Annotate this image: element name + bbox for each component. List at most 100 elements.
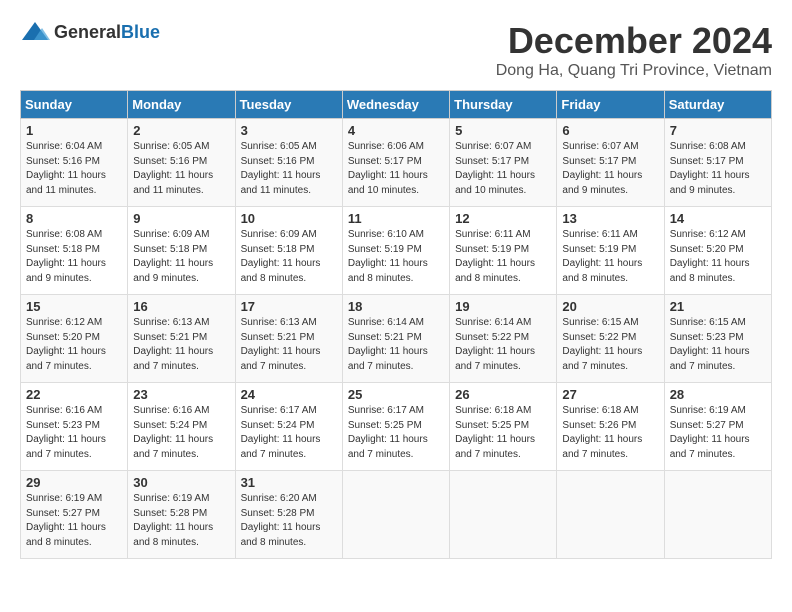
calendar-cell: 2 Sunrise: 6:05 AMSunset: 5:16 PMDayligh… <box>128 119 235 207</box>
day-detail: Sunrise: 6:20 AMSunset: 5:28 PMDaylight:… <box>241 493 321 548</box>
calendar-cell: 10 Sunrise: 6:09 AMSunset: 5:18 PMDaylig… <box>235 207 342 295</box>
day-detail: Sunrise: 6:15 AMSunset: 5:22 PMDaylight:… <box>562 317 642 372</box>
calendar-cell: 14 Sunrise: 6:12 AMSunset: 5:20 PMDaylig… <box>664 207 771 295</box>
calendar-cell: 17 Sunrise: 6:13 AMSunset: 5:21 PMDaylig… <box>235 295 342 383</box>
day-detail: Sunrise: 6:14 AMSunset: 5:22 PMDaylight:… <box>455 317 535 372</box>
calendar-cell: 13 Sunrise: 6:11 AMSunset: 5:19 PMDaylig… <box>557 207 664 295</box>
calendar-week-5: 29 Sunrise: 6:19 AMSunset: 5:27 PMDaylig… <box>21 471 772 559</box>
day-detail: Sunrise: 6:14 AMSunset: 5:21 PMDaylight:… <box>348 317 428 372</box>
calendar-cell: 1 Sunrise: 6:04 AMSunset: 5:16 PMDayligh… <box>21 119 128 207</box>
calendar-header-tuesday: Tuesday <box>235 91 342 119</box>
day-detail: Sunrise: 6:05 AMSunset: 5:16 PMDaylight:… <box>241 141 321 196</box>
calendar-cell: 4 Sunrise: 6:06 AMSunset: 5:17 PMDayligh… <box>342 119 449 207</box>
day-detail: Sunrise: 6:15 AMSunset: 5:23 PMDaylight:… <box>670 317 750 372</box>
calendar-cell: 26 Sunrise: 6:18 AMSunset: 5:25 PMDaylig… <box>450 383 557 471</box>
day-number: 18 <box>348 299 444 314</box>
calendar-header-row: SundayMondayTuesdayWednesdayThursdayFrid… <box>21 91 772 119</box>
day-number: 31 <box>241 475 337 490</box>
calendar-cell: 7 Sunrise: 6:08 AMSunset: 5:17 PMDayligh… <box>664 119 771 207</box>
day-detail: Sunrise: 6:18 AMSunset: 5:25 PMDaylight:… <box>455 405 535 460</box>
logo: GeneralBlue <box>20 20 160 44</box>
day-number: 27 <box>562 387 658 402</box>
logo-text-blue: Blue <box>121 22 160 42</box>
day-number: 8 <box>26 211 122 226</box>
calendar-header-friday: Friday <box>557 91 664 119</box>
day-number: 1 <box>26 123 122 138</box>
day-number: 21 <box>670 299 766 314</box>
calendar-cell: 11 Sunrise: 6:10 AMSunset: 5:19 PMDaylig… <box>342 207 449 295</box>
calendar-week-3: 15 Sunrise: 6:12 AMSunset: 5:20 PMDaylig… <box>21 295 772 383</box>
logo-icon <box>20 20 50 44</box>
day-detail: Sunrise: 6:13 AMSunset: 5:21 PMDaylight:… <box>133 317 213 372</box>
day-detail: Sunrise: 6:10 AMSunset: 5:19 PMDaylight:… <box>348 229 428 284</box>
day-number: 6 <box>562 123 658 138</box>
day-number: 10 <box>241 211 337 226</box>
day-number: 5 <box>455 123 551 138</box>
day-number: 14 <box>670 211 766 226</box>
day-number: 11 <box>348 211 444 226</box>
day-detail: Sunrise: 6:04 AMSunset: 5:16 PMDaylight:… <box>26 141 106 196</box>
calendar-week-2: 8 Sunrise: 6:08 AMSunset: 5:18 PMDayligh… <box>21 207 772 295</box>
day-detail: Sunrise: 6:07 AMSunset: 5:17 PMDaylight:… <box>455 141 535 196</box>
calendar-week-1: 1 Sunrise: 6:04 AMSunset: 5:16 PMDayligh… <box>21 119 772 207</box>
day-number: 24 <box>241 387 337 402</box>
calendar-cell: 16 Sunrise: 6:13 AMSunset: 5:21 PMDaylig… <box>128 295 235 383</box>
calendar-cell: 29 Sunrise: 6:19 AMSunset: 5:27 PMDaylig… <box>21 471 128 559</box>
calendar-cell <box>342 471 449 559</box>
day-detail: Sunrise: 6:18 AMSunset: 5:26 PMDaylight:… <box>562 405 642 460</box>
calendar-header-thursday: Thursday <box>450 91 557 119</box>
day-detail: Sunrise: 6:16 AMSunset: 5:24 PMDaylight:… <box>133 405 213 460</box>
day-detail: Sunrise: 6:16 AMSunset: 5:23 PMDaylight:… <box>26 405 106 460</box>
calendar-cell: 5 Sunrise: 6:07 AMSunset: 5:17 PMDayligh… <box>450 119 557 207</box>
day-number: 22 <box>26 387 122 402</box>
day-number: 15 <box>26 299 122 314</box>
calendar-cell: 15 Sunrise: 6:12 AMSunset: 5:20 PMDaylig… <box>21 295 128 383</box>
day-detail: Sunrise: 6:17 AMSunset: 5:24 PMDaylight:… <box>241 405 321 460</box>
day-number: 26 <box>455 387 551 402</box>
calendar-header-saturday: Saturday <box>664 91 771 119</box>
day-number: 20 <box>562 299 658 314</box>
calendar-cell: 9 Sunrise: 6:09 AMSunset: 5:18 PMDayligh… <box>128 207 235 295</box>
calendar-cell: 8 Sunrise: 6:08 AMSunset: 5:18 PMDayligh… <box>21 207 128 295</box>
calendar-cell: 24 Sunrise: 6:17 AMSunset: 5:24 PMDaylig… <box>235 383 342 471</box>
title-block: December 2024 Dong Ha, Quang Tri Provinc… <box>496 20 772 80</box>
day-detail: Sunrise: 6:08 AMSunset: 5:18 PMDaylight:… <box>26 229 106 284</box>
day-number: 3 <box>241 123 337 138</box>
day-number: 13 <box>562 211 658 226</box>
calendar-cell: 18 Sunrise: 6:14 AMSunset: 5:21 PMDaylig… <box>342 295 449 383</box>
day-detail: Sunrise: 6:17 AMSunset: 5:25 PMDaylight:… <box>348 405 428 460</box>
day-detail: Sunrise: 6:19 AMSunset: 5:27 PMDaylight:… <box>670 405 750 460</box>
day-number: 9 <box>133 211 229 226</box>
calendar-cell <box>450 471 557 559</box>
day-number: 28 <box>670 387 766 402</box>
calendar-cell: 6 Sunrise: 6:07 AMSunset: 5:17 PMDayligh… <box>557 119 664 207</box>
calendar-cell: 28 Sunrise: 6:19 AMSunset: 5:27 PMDaylig… <box>664 383 771 471</box>
logo-text-general: General <box>54 22 121 42</box>
calendar-cell: 3 Sunrise: 6:05 AMSunset: 5:16 PMDayligh… <box>235 119 342 207</box>
day-number: 30 <box>133 475 229 490</box>
calendar-cell: 22 Sunrise: 6:16 AMSunset: 5:23 PMDaylig… <box>21 383 128 471</box>
day-detail: Sunrise: 6:07 AMSunset: 5:17 PMDaylight:… <box>562 141 642 196</box>
calendar-cell: 31 Sunrise: 6:20 AMSunset: 5:28 PMDaylig… <box>235 471 342 559</box>
day-number: 12 <box>455 211 551 226</box>
day-number: 16 <box>133 299 229 314</box>
day-detail: Sunrise: 6:13 AMSunset: 5:21 PMDaylight:… <box>241 317 321 372</box>
day-detail: Sunrise: 6:11 AMSunset: 5:19 PMDaylight:… <box>455 229 535 284</box>
calendar-header-wednesday: Wednesday <box>342 91 449 119</box>
location-title: Dong Ha, Quang Tri Province, Vietnam <box>496 62 772 80</box>
day-number: 2 <box>133 123 229 138</box>
calendar-cell: 21 Sunrise: 6:15 AMSunset: 5:23 PMDaylig… <box>664 295 771 383</box>
calendar-cell <box>557 471 664 559</box>
day-number: 17 <box>241 299 337 314</box>
day-detail: Sunrise: 6:11 AMSunset: 5:19 PMDaylight:… <box>562 229 642 284</box>
calendar-week-4: 22 Sunrise: 6:16 AMSunset: 5:23 PMDaylig… <box>21 383 772 471</box>
day-number: 4 <box>348 123 444 138</box>
calendar-cell <box>664 471 771 559</box>
day-number: 19 <box>455 299 551 314</box>
calendar-cell: 19 Sunrise: 6:14 AMSunset: 5:22 PMDaylig… <box>450 295 557 383</box>
calendar-body: 1 Sunrise: 6:04 AMSunset: 5:16 PMDayligh… <box>21 119 772 559</box>
calendar-table: SundayMondayTuesdayWednesdayThursdayFrid… <box>20 90 772 559</box>
day-detail: Sunrise: 6:09 AMSunset: 5:18 PMDaylight:… <box>133 229 213 284</box>
calendar-cell: 20 Sunrise: 6:15 AMSunset: 5:22 PMDaylig… <box>557 295 664 383</box>
day-detail: Sunrise: 6:08 AMSunset: 5:17 PMDaylight:… <box>670 141 750 196</box>
